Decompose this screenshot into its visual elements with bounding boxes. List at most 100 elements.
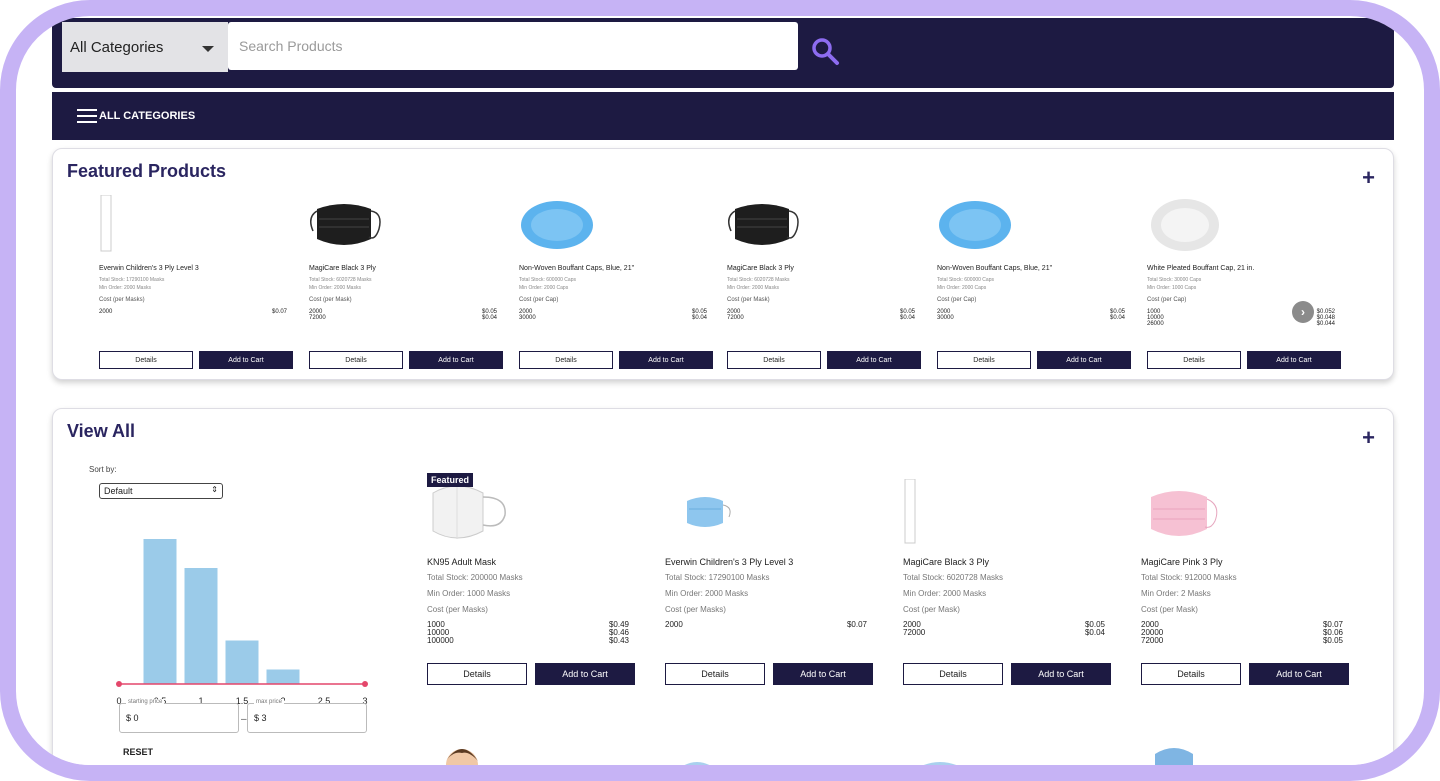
product-name[interactable]: Everwin Children's 3 Ply Level 3 (99, 265, 199, 272)
max-price-input[interactable]: max price $ 3 (247, 699, 367, 733)
price-tier: 2000 $0.05 (903, 621, 1105, 629)
product-image[interactable] (727, 191, 817, 259)
add-to-cart-button[interactable]: Add to Cart (619, 351, 713, 369)
add-to-cart-button[interactable]: Add to Cart (1037, 351, 1131, 369)
blue-cap-icon (521, 201, 593, 249)
product-image[interactable] (937, 191, 1027, 259)
search-input[interactable] (228, 22, 798, 70)
cost-label: Cost (per Mask) (309, 297, 352, 303)
app-frame: All Categories ALL CATEGORIES Featured P… (0, 0, 1440, 781)
tier-price: $0.044 (1316, 321, 1335, 327)
featured-product-card: Non-Woven Bouffant Caps, Blue, 21" Total… (519, 189, 715, 371)
product-card: MagiCare Pink 3 Ply Total Stock: 912000 … (1141, 473, 1349, 693)
product-stock: Total Stock: 200000 Masks (427, 573, 523, 582)
tier-price: $0.43 (608, 636, 629, 645)
tier-price: $0.04 (1084, 628, 1105, 637)
range-dash: – (241, 714, 247, 725)
details-button[interactable]: Details (937, 351, 1031, 369)
featured-product-card: Everwin Children's 3 Ply Level 3 Total S… (99, 189, 295, 371)
details-button[interactable]: Details (727, 351, 821, 369)
product-image[interactable] (903, 477, 993, 549)
add-to-cart-button[interactable]: Add to Cart (1247, 351, 1341, 369)
product-image[interactable] (99, 191, 189, 259)
product-name[interactable]: KN95 Adult Mask (427, 557, 496, 567)
product-image[interactable] (665, 477, 755, 549)
price-tiers: 2000 $0.05 72000 $0.04 (903, 621, 1105, 637)
product-card: MagiCare Black 3 Ply Total Stock: 602072… (903, 473, 1111, 693)
add-to-cart-button[interactable]: Add to Cart (1249, 663, 1349, 685)
price-tiers: 2000 $0.05 72000 $0.04 (727, 309, 915, 321)
add-to-cart-button[interactable]: Add to Cart (773, 663, 873, 685)
carousel-next-icon[interactable]: › (1292, 301, 1314, 323)
featured-products-panel: Featured Products + Everwin Children's 3… (52, 148, 1394, 380)
product-image[interactable] (519, 191, 609, 259)
expand-plus-icon[interactable]: + (1362, 167, 1375, 189)
starting-price-value: $ 0 (126, 713, 139, 723)
reset-button[interactable]: RESET (123, 747, 153, 757)
details-button[interactable]: Details (519, 351, 613, 369)
product-name[interactable]: Non-Woven Bouffant Caps, Blue, 21" (937, 265, 1052, 272)
starting-price-input[interactable]: starting price $ 0 (119, 699, 239, 733)
product-image[interactable] (1147, 191, 1237, 259)
details-button[interactable]: Details (309, 351, 403, 369)
cost-label: Cost (per Cap) (519, 297, 559, 303)
product-name[interactable]: MagiCare Black 3 Ply (727, 265, 794, 272)
details-button[interactable]: Details (99, 351, 193, 369)
add-to-cart-button[interactable]: Add to Cart (535, 663, 635, 685)
product-image[interactable] (309, 191, 399, 259)
featured-product-card: MagiCare Black 3 Ply Total Stock: 602072… (727, 189, 923, 371)
tier-price: $0.07 (271, 309, 287, 315)
cost-label: Cost (per Masks) (427, 605, 488, 614)
price-tier: 72000 $0.04 (727, 315, 915, 321)
price-tier: 72000 $0.05 (1141, 637, 1343, 645)
sort-select[interactable]: Default ⇕ (99, 483, 223, 499)
menu-icon[interactable] (77, 109, 97, 123)
blue-mask-icon (684, 762, 710, 765)
product-stock: Total Stock: 912000 Masks (1141, 573, 1237, 582)
tier-qty: 30000 (519, 315, 536, 321)
search-icon[interactable] (810, 36, 840, 66)
max-price-value: $ 3 (254, 713, 267, 723)
product-name[interactable]: White Pleated Bouffant Cap, 21 in. (1147, 265, 1254, 272)
all-categories-link[interactable]: ALL CATEGORIES (99, 110, 195, 122)
details-button[interactable]: Details (1147, 351, 1241, 369)
chevron-down-icon (202, 46, 214, 52)
add-to-cart-button[interactable]: Add to Cart (199, 351, 293, 369)
featured-title: Featured Products (67, 161, 227, 181)
details-button[interactable]: Details (903, 663, 1003, 685)
add-to-cart-button[interactable]: Add to Cart (827, 351, 921, 369)
category-select[interactable]: All Categories (62, 22, 228, 72)
price-tiers: 2000 $0.07 (665, 621, 867, 629)
product-name[interactable]: MagiCare Black 3 Ply (309, 265, 376, 272)
product-min-order: Min Order: 1000 Masks (427, 589, 511, 598)
details-button[interactable]: Details (1141, 663, 1241, 685)
range-handle[interactable] (362, 681, 368, 687)
black-mask-icon (728, 204, 799, 245)
tier-price: $0.04 (481, 315, 497, 321)
tier-price: $0.04 (691, 315, 707, 321)
price-tier: 1000 $0.49 (427, 621, 629, 629)
tier-qty: 30000 (937, 315, 954, 321)
featured-product-card: Non-Woven Bouffant Caps, Blue, 21" Total… (937, 189, 1133, 371)
product-stock: Total Stock: 600000 Caps (937, 277, 994, 283)
details-button[interactable]: Details (427, 663, 527, 685)
product-name[interactable]: MagiCare Black 3 Ply (903, 557, 989, 567)
add-to-cart-button[interactable]: Add to Cart (409, 351, 503, 369)
product-name[interactable]: Non-Woven Bouffant Caps, Blue, 21" (519, 265, 634, 272)
add-to-cart-button[interactable]: Add to Cart (1011, 663, 1111, 685)
details-button[interactable]: Details (665, 663, 765, 685)
sort-select-value: Default (104, 486, 133, 496)
starting-price-label: starting price (126, 699, 165, 705)
view-all-title: View All (67, 421, 136, 441)
expand-plus-icon[interactable]: + (1362, 427, 1375, 449)
product-image[interactable] (1141, 477, 1231, 549)
price-tier: 30000 $0.04 (937, 315, 1125, 321)
kn95-mask-icon (432, 485, 506, 539)
range-handle[interactable] (116, 681, 122, 687)
tier-qty: 100000 (427, 636, 454, 645)
product-name[interactable]: Everwin Children's 3 Ply Level 3 (665, 557, 793, 567)
tier-price: $0.05 (1322, 636, 1343, 645)
product-image[interactable] (427, 477, 517, 549)
blank-icon (904, 479, 916, 544)
product-name[interactable]: MagiCare Pink 3 Ply (1141, 557, 1223, 567)
